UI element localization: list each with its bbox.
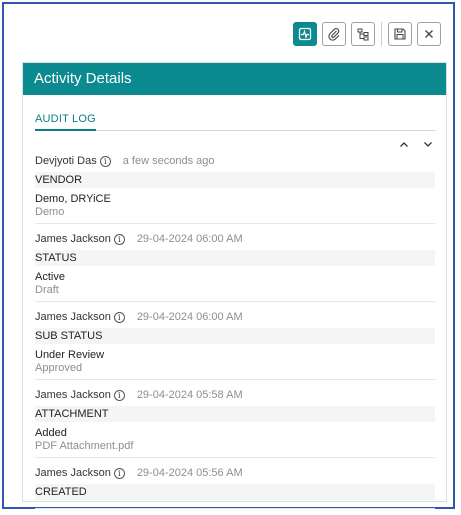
entry-timestamp: 29-04-2024 06:00 AM [136,311,243,323]
chevron-down-icon [424,141,432,147]
paperclip-icon [328,28,340,41]
entry-timestamp: 29-04-2024 06:00 AM [136,233,243,245]
entry-new-value: Demo, DRYiCE [35,193,111,205]
info-icon[interactable]: i [113,311,125,323]
audit-entry: Devjyoti Das i a few seconds ago VENDOR … [35,150,435,224]
entry-timestamp: 29-04-2024 05:56 AM [136,467,243,479]
close-icon [425,30,433,38]
activity-icon [298,27,312,41]
entry-field: ATTACHMENT [35,406,435,422]
entry-new-value: Under Review [35,349,105,361]
audit-entry: James Jackson i 29-04-2024 05:56 AM CREA… [35,462,435,509]
activity-details-panel: Activity Details AUDIT LOG Devjyoti Das … [22,62,447,509]
entry-new-value: Active [35,271,65,283]
attachment-button[interactable] [322,22,346,46]
entry-user: James Jackson [35,467,111,479]
entry-new-value: Added [35,427,67,439]
entry-old-value: Approved [35,362,83,374]
entry-old-value: Demo [35,206,65,218]
audit-entry: James Jackson i 29-04-2024 06:00 AM STAT… [35,228,435,302]
info-icon[interactable]: i [113,389,125,401]
audit-log-list: Devjyoti Das i a few seconds ago VENDOR … [35,150,435,509]
activity-window: Activity Details AUDIT LOG Devjyoti Das … [2,2,455,509]
entry-field: SUB STATUS [35,328,435,344]
entry-user: James Jackson [35,389,111,401]
hierarchy-icon [357,28,369,41]
tab-audit-log[interactable]: AUDIT LOG [35,113,96,131]
info-icon[interactable]: i [113,233,125,245]
info-icon[interactable]: i [113,467,125,479]
toolbar [288,22,441,46]
toolbar-separator [381,22,382,46]
entry-old-value: PDF Attachment.pdf [35,440,134,452]
hierarchy-button[interactable] [351,22,375,46]
save-icon [394,28,406,40]
tab-bar: AUDIT LOG [35,109,436,131]
entry-field: VENDOR [35,172,435,188]
activity-button[interactable] [293,22,317,46]
info-icon[interactable]: i [99,155,111,167]
entry-user: Devjyoti Das [35,155,97,167]
entry-old-value: Draft [35,284,59,296]
entry-field: STATUS [35,250,435,266]
entry-timestamp: a few seconds ago [122,155,215,167]
audit-entry: James Jackson i 29-04-2024 05:58 AM ATTA… [35,384,435,458]
expand-all-button[interactable] [420,137,436,151]
entry-user: James Jackson [35,233,111,245]
entry-user: James Jackson [35,311,111,323]
save-button[interactable] [388,22,412,46]
entry-timestamp: 29-04-2024 05:58 AM [136,389,243,401]
expand-collapse-controls [388,137,436,151]
audit-entry: James Jackson i 29-04-2024 06:00 AM SUB … [35,306,435,380]
entry-field: CREATED [35,484,435,500]
panel-title: Activity Details [23,63,446,95]
collapse-all-button[interactable] [396,137,412,151]
close-button[interactable] [417,22,441,46]
chevron-up-icon [400,141,408,147]
